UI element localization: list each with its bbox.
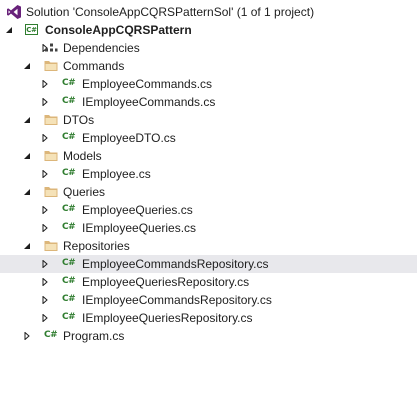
- folder-label: Commands: [63, 59, 125, 73]
- dependencies-label: Dependencies: [63, 41, 140, 55]
- file-label: Program.cs: [63, 329, 125, 343]
- folder-icon: [43, 112, 59, 128]
- solution-explorer-tree: Solution 'ConsoleAppCQRSPatternSol' (1 o…: [0, 3, 417, 345]
- csharp-file-icon: C#: [44, 330, 58, 340]
- collapsed-arrow-icon[interactable]: [40, 255, 50, 273]
- collapsed-arrow-icon[interactable]: [40, 309, 50, 327]
- program-file-node[interactable]: C# Program.cs: [0, 327, 417, 345]
- expanded-arrow-icon[interactable]: [22, 111, 32, 129]
- file-node[interactable]: C# IEmployeeCommandsRepository.cs: [0, 291, 417, 309]
- file-label: Employee.cs: [82, 167, 151, 181]
- csharp-project-icon: C#: [25, 24, 38, 35]
- csharp-file-icon: C#: [62, 78, 76, 88]
- file-node[interactable]: C# IEmployeeQueries.cs: [0, 219, 417, 237]
- file-label: EmployeeDTO.cs: [82, 131, 176, 145]
- file-label: IEmployeeCommands.cs: [82, 95, 216, 109]
- file-label: EmployeeCommandsRepository.cs: [82, 257, 269, 271]
- folder-icon: [43, 238, 59, 254]
- file-node[interactable]: C# IEmployeeQueriesRepository.cs: [0, 309, 417, 327]
- csharp-file-icon: C#: [62, 258, 76, 268]
- file-label: EmployeeQueries.cs: [82, 203, 193, 217]
- csharp-file-icon: C#: [62, 222, 76, 232]
- project-label: ConsoleAppCQRSPattern: [45, 23, 192, 37]
- solution-label: Solution 'ConsoleAppCQRSPatternSol' (1 o…: [26, 5, 315, 19]
- csharp-file-icon: C#: [62, 96, 76, 106]
- folder-repositories[interactable]: Repositories: [0, 237, 417, 255]
- collapsed-arrow-icon[interactable]: [40, 219, 50, 237]
- file-node[interactable]: C# EmployeeQueries.cs: [0, 201, 417, 219]
- expanded-arrow-icon[interactable]: [4, 21, 14, 39]
- csharp-file-icon: C#: [62, 276, 76, 286]
- collapsed-arrow-icon[interactable]: [40, 129, 50, 147]
- folder-icon: [43, 148, 59, 164]
- collapsed-arrow-icon[interactable]: [40, 273, 50, 291]
- csharp-file-icon: C#: [62, 132, 76, 142]
- folder-label: Models: [63, 149, 102, 163]
- csharp-file-icon: C#: [62, 294, 76, 304]
- expanded-arrow-icon[interactable]: [22, 183, 32, 201]
- dependencies-node[interactable]: Dependencies: [0, 39, 417, 57]
- collapsed-arrow-icon[interactable]: [22, 327, 32, 345]
- expanded-arrow-icon[interactable]: [22, 57, 32, 75]
- csharp-file-icon: C#: [62, 204, 76, 214]
- solution-node[interactable]: Solution 'ConsoleAppCQRSPatternSol' (1 o…: [0, 3, 417, 21]
- file-label: IEmployeeQueries.cs: [82, 221, 197, 235]
- expanded-arrow-icon[interactable]: [22, 237, 32, 255]
- csharp-file-icon: C#: [62, 312, 76, 322]
- project-node[interactable]: C# ConsoleAppCQRSPattern: [0, 21, 417, 39]
- file-label: EmployeeCommands.cs: [82, 77, 213, 91]
- file-node[interactable]: C# IEmployeeCommands.cs: [0, 93, 417, 111]
- file-label: IEmployeeCommandsRepository.cs: [82, 293, 272, 307]
- folder-label: DTOs: [63, 113, 95, 127]
- expanded-arrow-icon[interactable]: [22, 147, 32, 165]
- folder-commands[interactable]: Commands: [0, 57, 417, 75]
- file-node[interactable]: C# Employee.cs: [0, 165, 417, 183]
- file-node[interactable]: C# EmployeeDTO.cs: [0, 129, 417, 147]
- visual-studio-solution-icon: [6, 4, 22, 20]
- folder-models[interactable]: Models: [0, 147, 417, 165]
- file-node[interactable]: C# EmployeeQueriesRepository.cs: [0, 273, 417, 291]
- csharp-file-icon: C#: [62, 168, 76, 178]
- folder-dtos[interactable]: DTOs: [0, 111, 417, 129]
- folder-label: Queries: [63, 185, 106, 199]
- file-label: EmployeeQueriesRepository.cs: [82, 275, 250, 289]
- file-node[interactable]: C# EmployeeCommands.cs: [0, 75, 417, 93]
- file-node-selected[interactable]: C# EmployeeCommandsRepository.cs: [0, 255, 417, 273]
- collapsed-arrow-icon[interactable]: [40, 201, 50, 219]
- folder-icon: [43, 184, 59, 200]
- file-label: IEmployeeQueriesRepository.cs: [82, 311, 253, 325]
- collapsed-arrow-icon[interactable]: [40, 291, 50, 309]
- dependencies-icon: [43, 40, 59, 56]
- folder-icon: [43, 58, 59, 74]
- folder-queries[interactable]: Queries: [0, 183, 417, 201]
- collapsed-arrow-icon[interactable]: [40, 75, 50, 93]
- collapsed-arrow-icon[interactable]: [40, 93, 50, 111]
- collapsed-arrow-icon[interactable]: [40, 165, 50, 183]
- folder-label: Repositories: [63, 239, 130, 253]
